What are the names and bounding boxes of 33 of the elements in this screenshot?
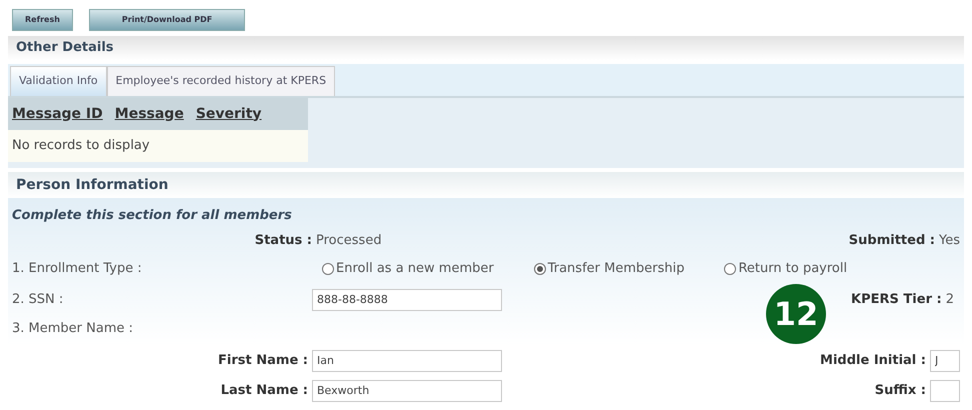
field-label: Last Name : (220, 382, 309, 400)
tier-label: KPERS Tier : (851, 290, 942, 309)
field-label: Suffix : (874, 382, 927, 400)
submitted-label: Submitted : (848, 232, 935, 250)
field-label: First Name : (217, 352, 309, 370)
status-label: Status : (254, 232, 312, 250)
radio-label: Return to payroll (738, 260, 848, 278)
text-field[interactable] (930, 380, 960, 402)
column-header[interactable]: Severity (196, 104, 262, 124)
text-field[interactable]: 888-88-8888 (312, 288, 502, 310)
section-subtitle: Complete this section for all members (12, 207, 293, 225)
field-label: Middle Initial : (820, 352, 927, 370)
tier-value: 2 (946, 290, 954, 309)
radio-button[interactable] (724, 262, 736, 274)
field-label: 1. Enrollment Type : (12, 260, 143, 278)
tab[interactable]: Employee's recorded history at KPERS (106, 66, 336, 96)
toolbar-button[interactable]: Refresh (12, 9, 73, 31)
radio-label: Transfer Membership (548, 260, 684, 278)
empty-message: No records to display (12, 137, 150, 156)
column-header[interactable]: Message ID (12, 104, 103, 124)
column-header[interactable]: Message (114, 104, 184, 124)
tab[interactable]: Validation Info (10, 66, 107, 96)
submitted-value: Yes (939, 232, 960, 250)
radio-button[interactable] (322, 262, 334, 274)
radio-label: Enroll as a new member (336, 260, 494, 278)
text-field[interactable]: Ian (312, 350, 502, 372)
text-field[interactable]: Bexworth (312, 380, 502, 402)
section-header: Other Details (8, 36, 964, 60)
status-value: Processed (315, 232, 383, 250)
field-label: 2. SSN : (12, 290, 64, 309)
field-label: 3. Member Name : (12, 320, 134, 338)
radio-button[interactable] (534, 262, 546, 274)
toolbar-button[interactable]: Print/Download PDF (88, 9, 246, 31)
